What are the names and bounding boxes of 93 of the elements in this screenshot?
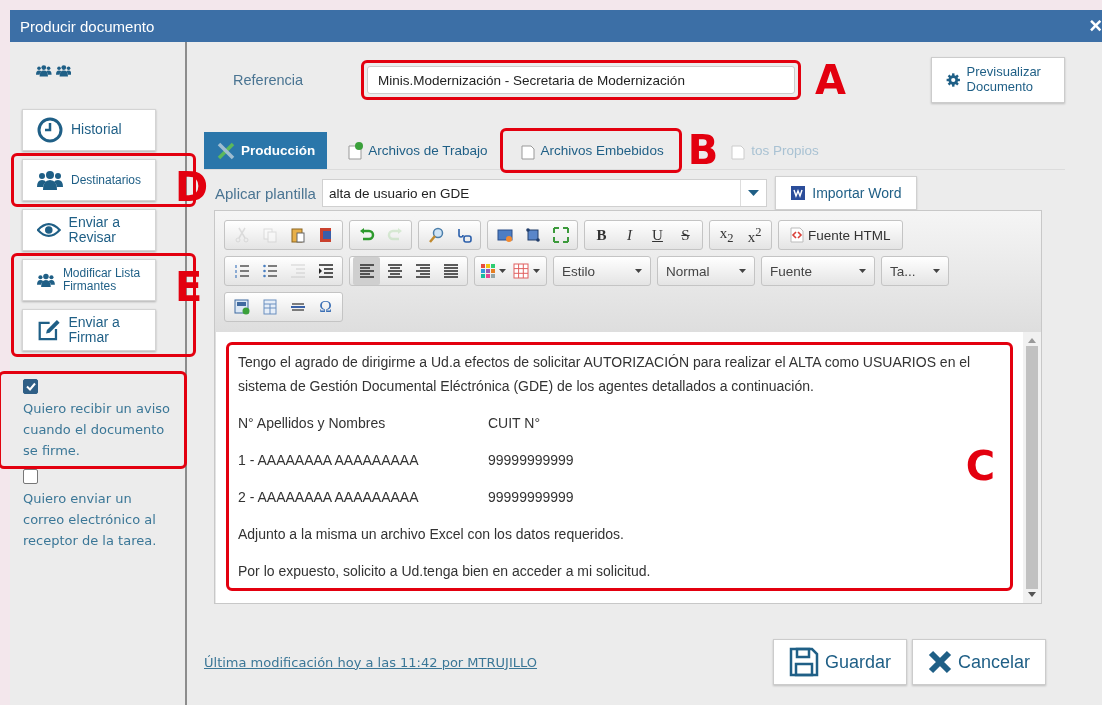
- code-icon: [790, 227, 804, 243]
- last-modified-link[interactable]: Última modificación hoy a las 11:42 por MTRUJILLO: [204, 654, 537, 670]
- document-paragraph: Adjunto a la misma un archivo Excel con los datos requeridos.: [238, 525, 625, 544]
- scrollbar[interactable]: [1023, 332, 1041, 603]
- align-left-icon: [358, 263, 375, 279]
- style-dropdown[interactable]: Normal: [657, 256, 755, 286]
- sidebar-button[interactable]: Enviar a Revisar: [22, 209, 156, 252]
- clock-icon: [37, 117, 63, 144]
- people-icon: [36, 64, 52, 78]
- window-title: Producir documento: [20, 17, 155, 35]
- document-text: 99999999999: [488, 488, 574, 507]
- document-text: 99999999999: [488, 451, 574, 470]
- document-text: 2 - AAAAAAAA AAAAAAAAA: [238, 488, 420, 507]
- scrollbar-thumb[interactable]: [1026, 346, 1038, 589]
- frame-icon: [524, 227, 541, 243]
- scissors-icon: [233, 227, 250, 243]
- script-button[interactable]: x$^{2}$: [741, 221, 768, 249]
- eye-icon: [37, 221, 61, 240]
- style-dropdown[interactable]: Fuente: [761, 256, 875, 286]
- table-grid-icon: [513, 263, 529, 279]
- people-icon: [55, 64, 72, 78]
- sidebar-button[interactable]: Destinatarios: [22, 159, 156, 202]
- align-center-icon: [386, 263, 403, 279]
- style-dropdown[interactable]: Estilo: [553, 256, 651, 286]
- sidebar-button[interactable]: Enviar a Firmar: [22, 309, 156, 352]
- template-label: Aplicar plantilla: [215, 184, 316, 202]
- copy-icon: [261, 227, 278, 243]
- indent-icon: [317, 263, 334, 279]
- bullet-list-icon: [261, 263, 278, 279]
- table-icon: [261, 299, 278, 315]
- save-button[interactable]: Guardar: [773, 639, 907, 685]
- document-paragraph: Por lo expuesto, solicito a Ud.tenga bien en acceder a mi solicitud.: [238, 562, 652, 581]
- align-justify-icon: [442, 263, 459, 279]
- caret-icon: [747, 190, 759, 196]
- document-text: N° Apellidos y Nombres: [238, 414, 387, 433]
- document-text: 1 - AAAAAAAA AAAAAAAAA: [238, 451, 420, 470]
- expand-icon: [552, 227, 569, 243]
- tab[interactable]: Archivos Embebidos: [507, 132, 676, 169]
- image-icon: [496, 227, 513, 243]
- tools-icon: [216, 140, 236, 161]
- sidebar-button[interactable]: Modificar Lista Firmantes: [22, 259, 156, 302]
- scroll-up-icon: [1028, 338, 1036, 343]
- align-right-icon: [414, 263, 431, 279]
- format-button[interactable]: I: [616, 221, 643, 249]
- reference-field[interactable]: Minis.Modernización - Secretaria de Modernización: [367, 66, 795, 94]
- cancel-button[interactable]: Cancelar: [912, 639, 1046, 685]
- reference-label: Referencia: [232, 72, 305, 88]
- callout-letter: A: [815, 60, 846, 100]
- magnifier-icon: [427, 227, 444, 243]
- caret-icon: [533, 269, 540, 273]
- checkbox[interactable]: [23, 469, 38, 485]
- sidebar-button[interactable]: Historial: [22, 109, 156, 152]
- tab[interactable]: Producción: [204, 132, 328, 169]
- format-button[interactable]: U: [644, 221, 671, 249]
- format-button[interactable]: S: [672, 221, 699, 249]
- callout-letter: B: [687, 130, 719, 169]
- numbered-list-icon: [233, 263, 250, 279]
- document-paragraph: Tengo el agrado de dirigirme a Ud.a efectos de solicitar AUTORIZACIÓN para realizar el ALTA como USUARIOS en el sistema de Gestión Documental Eléctrónica (GDE) de los agentes detallados a continuación.: [238, 353, 972, 396]
- caret-icon: [739, 269, 746, 273]
- undo-icon: [358, 227, 375, 243]
- callout-letter: C: [965, 446, 995, 486]
- import-word-button[interactable]: Importar Word: [774, 176, 917, 210]
- caret-icon: [635, 269, 642, 273]
- preview-button[interactable]: Previsualizar Documento: [931, 57, 1065, 103]
- edit-icon: [37, 318, 61, 343]
- template-icon: [233, 299, 250, 315]
- outdent-icon: [289, 263, 306, 279]
- close-button[interactable]: ×: [1085, 14, 1102, 38]
- special-character-button[interactable]: Ω: [312, 293, 339, 321]
- script-button[interactable]: x$_{2}$: [713, 221, 740, 249]
- caret-icon: [933, 269, 940, 273]
- people-icon: [37, 169, 63, 192]
- style-dropdown[interactable]: Ta...: [881, 256, 949, 286]
- checkbox-option[interactable]: Quiero enviar un correo electrónico al receptor de la tarea.: [22, 469, 185, 552]
- redo-icon: [386, 227, 403, 243]
- replace-icon: [455, 227, 472, 243]
- align-button[interactable]: [353, 257, 380, 285]
- close-icon: [927, 650, 952, 674]
- color-grid-icon: [481, 264, 495, 278]
- clipboard-icon: [289, 227, 306, 243]
- document-icon: [347, 141, 364, 160]
- tab[interactable]: Archivos de Trabajo: [335, 132, 500, 169]
- template-select[interactable]: alta de usuario en GDE: [321, 179, 767, 207]
- checkbox[interactable]: [23, 379, 38, 395]
- caret-icon: [859, 269, 866, 273]
- source-button[interactable]: Fuente HTML: [782, 221, 899, 249]
- caret-icon: [499, 269, 506, 273]
- checkbox-option[interactable]: Quiero recibir un aviso cuando el documento se firme.: [22, 379, 185, 462]
- document-text: CUIT N°: [488, 414, 540, 433]
- word-icon: [790, 185, 807, 201]
- scroll-down-icon: [1028, 592, 1036, 597]
- format-button[interactable]: B: [588, 221, 615, 249]
- word-document-icon: [317, 227, 334, 243]
